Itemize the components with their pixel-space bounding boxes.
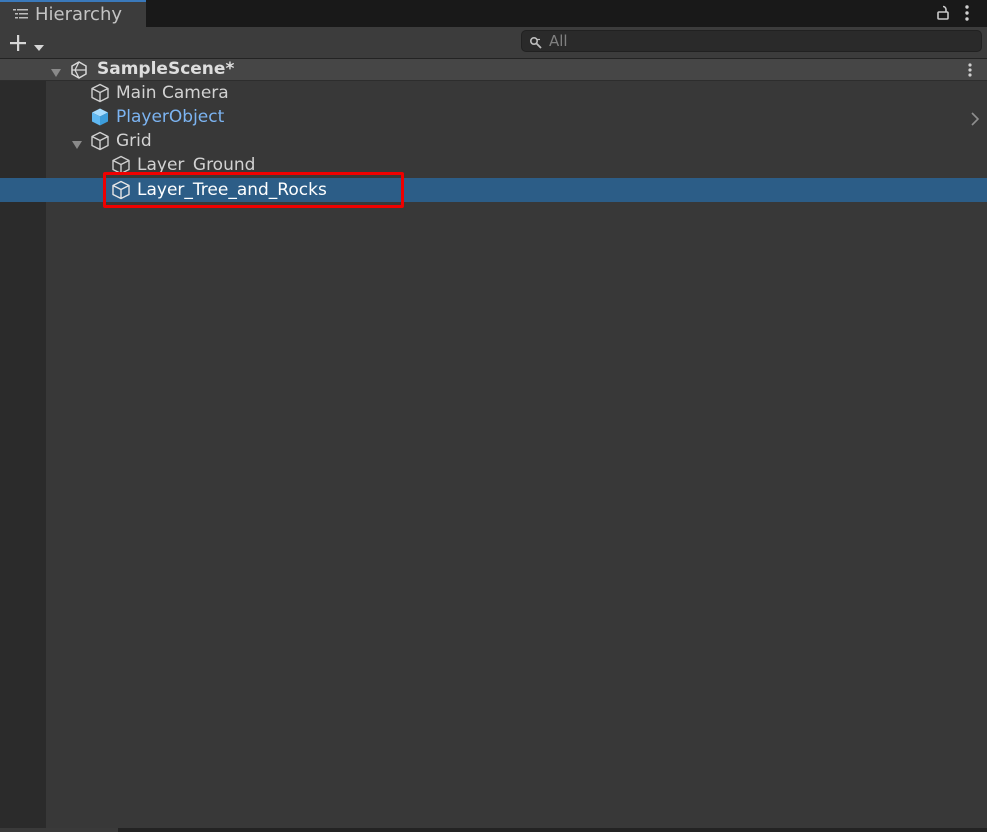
hierarchy-tree: SampleScene* Main Camera PlayerObject Gr… (0, 59, 987, 832)
hierarchy-list-icon (13, 7, 29, 26)
plus-icon (8, 33, 28, 57)
bottom-edge (0, 828, 987, 832)
search-field[interactable] (521, 30, 982, 52)
chevron-right-icon[interactable] (970, 111, 980, 130)
gameobject-cube-icon (90, 131, 110, 155)
tree-item-grid[interactable]: Grid (0, 129, 987, 153)
tree-item-main-camera[interactable]: Main Camera (0, 81, 987, 105)
add-object-button[interactable] (8, 33, 48, 53)
prefab-cube-icon (90, 107, 110, 131)
tree-item-label: Main Camera (116, 83, 229, 103)
caret-down-icon (33, 38, 45, 57)
scene-header-row[interactable]: SampleScene* (0, 59, 987, 81)
bottom-edge-segment (0, 828, 118, 832)
tab-hierarchy[interactable]: Hierarchy (0, 0, 146, 27)
lock-icon[interactable] (936, 5, 950, 25)
annotation-highlight-box (103, 172, 404, 208)
kebab-menu-icon[interactable] (967, 62, 973, 82)
search-icon (529, 35, 543, 54)
tree-item-player-object[interactable]: PlayerObject (0, 105, 960, 129)
hierarchy-toolbar (0, 27, 987, 59)
tab-bar: Hierarchy (0, 0, 987, 27)
gameobject-cube-icon (90, 83, 110, 107)
tab-label: Hierarchy (35, 4, 123, 25)
scene-name: SampleScene* (97, 59, 235, 79)
search-input[interactable] (549, 31, 969, 51)
tree-item-label: Grid (116, 131, 152, 151)
tree-item-label: PlayerObject (116, 107, 225, 127)
kebab-menu-icon[interactable] (964, 4, 970, 26)
